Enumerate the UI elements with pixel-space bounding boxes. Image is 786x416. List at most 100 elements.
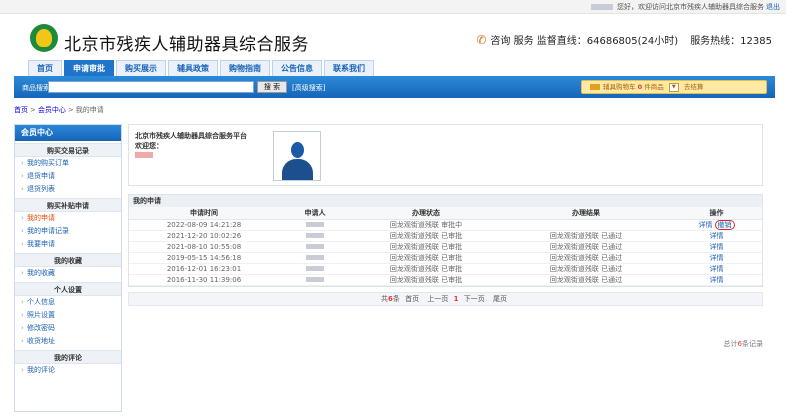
- sidebar-group-title: 个人设置: [15, 282, 121, 296]
- table-row: 2021-08-10 10:55:08 回龙观街道残联 已审批 回龙观街道残联 …: [129, 241, 762, 253]
- breadcrumb-home[interactable]: 首页: [14, 106, 28, 114]
- cancel-link[interactable]: 撤销: [714, 219, 735, 230]
- sidebar-item-photo[interactable]: 照片设置: [15, 309, 121, 322]
- applicant: [279, 274, 351, 286]
- detail-link[interactable]: 详情: [710, 232, 724, 240]
- avatar[interactable]: [273, 131, 321, 181]
- site-logo[interactable]: [30, 24, 58, 52]
- apply-time: 2016-11-30 11:39:06: [129, 274, 279, 286]
- current-page: 1: [453, 294, 459, 303]
- sidebar-group-title: 购买交易记录: [15, 143, 121, 157]
- nav-policy[interactable]: 辅具政策: [168, 60, 218, 76]
- applicant-redacted: [306, 255, 324, 260]
- row-actions: 详情: [671, 252, 762, 264]
- applications-panel: 我的申请 申请时间 申请人 办理状态 办理结果 操作 2022-08-09 14…: [128, 194, 763, 287]
- first-page-link[interactable]: 首页: [405, 295, 419, 303]
- service-hotline: 服务热线：12385: [690, 36, 772, 47]
- last-page-link[interactable]: 尾页: [493, 295, 507, 303]
- main-content: 北京市残疾人辅助器具综合服务平台 欢迎您： 我的申请 申请时间 申请人 办理状态…: [128, 124, 763, 348]
- row-actions: 详情: [671, 263, 762, 275]
- sidebar-item-password[interactable]: 修改密码: [15, 322, 121, 335]
- column-header: 操作: [671, 207, 762, 220]
- apply-time: 2022-08-09 14:21:28: [129, 219, 279, 231]
- nav-shopping-guide[interactable]: 购物指南: [220, 60, 270, 76]
- sidebar-item-return-apply[interactable]: 退货申请: [15, 170, 121, 183]
- apply-result: 回龙观街道残联 已通过: [501, 230, 671, 242]
- sidebar-title: 会员中心: [15, 125, 121, 141]
- table-row: 2022-08-09 14:21:28 回龙观街道残联 审批中 详情 撤销: [129, 219, 762, 231]
- search-input[interactable]: [48, 81, 254, 93]
- sidebar-item-apply[interactable]: 我要申请: [15, 238, 121, 251]
- sidebar-item-favorites[interactable]: 我的收藏: [15, 267, 121, 280]
- apply-status: 回龙观街道残联 已审批: [351, 241, 501, 253]
- shopping-cart[interactable]: 辅具购物车 0 件商品 ▼ 去结算: [581, 80, 767, 94]
- nav-announcements[interactable]: 公告信息: [272, 60, 322, 76]
- applicant-redacted: [306, 233, 324, 238]
- search-bar: 商品搜索: 搜 索 [高级搜索] 辅具购物车 0 件商品 ▼ 去结算: [14, 76, 775, 98]
- checkout-link[interactable]: 去结算: [684, 83, 704, 91]
- logout-link[interactable]: 退出: [766, 3, 780, 11]
- cart-count: 0: [637, 83, 643, 91]
- table-row: 2021-12-20 10:02:26 回龙观街道残联 已审批 回龙观街道残联 …: [129, 230, 762, 242]
- table-header-row: 申请时间 申请人 办理状态 办理结果 操作: [129, 207, 762, 220]
- cart-unit: 件商品: [644, 83, 664, 91]
- apply-status: 回龙观街道残联 已审批: [351, 274, 501, 286]
- sidebar-item-orders[interactable]: 我的购买订单: [15, 157, 121, 170]
- applicant: [279, 230, 351, 242]
- pagination: 共6条 首页 上一页 1 下一页 尾页: [128, 291, 763, 306]
- applications-title: 我的申请: [129, 195, 762, 207]
- chevron-down-icon[interactable]: ▼: [668, 82, 679, 92]
- sidebar-item-profile[interactable]: 个人信息: [15, 296, 121, 309]
- detail-link[interactable]: 详情: [710, 243, 724, 251]
- username-redacted: [135, 152, 153, 158]
- column-header: 办理状态: [351, 207, 501, 220]
- nav-home[interactable]: 首页: [28, 60, 62, 76]
- apply-result: [501, 219, 671, 231]
- column-header: 办理结果: [501, 207, 671, 220]
- detail-link[interactable]: 详情: [710, 254, 724, 262]
- sidebar-item-return-list[interactable]: 退货列表: [15, 183, 121, 196]
- site-title: 北京市残疾人辅助器具综合服务: [64, 35, 309, 55]
- hotline-info: ✆ 咨询 服务 监督直线：64686805(24小时) 服务热线：12385: [476, 32, 772, 47]
- applicant: [279, 219, 351, 231]
- row-actions: 详情: [671, 274, 762, 286]
- applicant-redacted: [306, 244, 324, 249]
- sidebar-item-address[interactable]: 收货地址: [15, 335, 121, 348]
- advanced-search-link[interactable]: [高级搜索]: [292, 83, 325, 93]
- sidebar-item-application-records[interactable]: 我的申请记录: [15, 225, 121, 238]
- user-icon: [291, 142, 304, 158]
- apply-result: 回龙观街道残联 已通过: [501, 241, 671, 253]
- sidebar-item-comments[interactable]: 我的评论: [15, 364, 121, 377]
- breadcrumb-member[interactable]: 会员中心: [38, 106, 66, 114]
- detail-link[interactable]: 详情: [710, 276, 724, 284]
- applicant-redacted: [306, 266, 324, 271]
- apply-result: 回龙观街道残联 已通过: [501, 252, 671, 264]
- nav-contact[interactable]: 联系我们: [324, 60, 374, 76]
- search-button[interactable]: 搜 索: [257, 81, 287, 93]
- welcome-message: 您好，欢迎访问北京市残疾人辅助器具综合服务 退出: [591, 2, 780, 12]
- profile-panel: 北京市残疾人辅助器具综合服务平台 欢迎您：: [128, 124, 763, 186]
- next-page-link[interactable]: 下一页: [464, 295, 485, 303]
- member-sidebar: 会员中心 购买交易记录 我的购买订单 退货申请 退货列表 购买补贴申请 我的申请…: [14, 124, 122, 412]
- site-header: 北京市残疾人辅助器具综合服务 ✆ 咨询 服务 监督直线：64686805(24小时…: [0, 14, 786, 64]
- table-row: 2016-12-01 16:23:01 回龙观街道残联 已审批 回龙观街道残联 …: [129, 263, 762, 275]
- applicant: [279, 263, 351, 275]
- applicant-redacted: [306, 277, 324, 282]
- sidebar-item-my-applications[interactable]: 我的申请: [15, 212, 121, 225]
- apply-status: 回龙观街道残联 已审批: [351, 230, 501, 242]
- apply-result: 回龙观街道残联 已通过: [501, 274, 671, 286]
- nav-purchase-display[interactable]: 购买展示: [116, 60, 166, 76]
- detail-link[interactable]: 详情: [699, 221, 713, 229]
- platform-name: 北京市残疾人辅助器具综合服务平台: [135, 132, 247, 140]
- nav-application[interactable]: 申请审批: [64, 60, 114, 76]
- apply-status: 回龙观街道残联 审批中: [351, 219, 501, 231]
- applicant-redacted: [306, 222, 324, 227]
- detail-link[interactable]: 详情: [710, 265, 724, 273]
- apply-time: 2021-08-10 10:55:08: [129, 241, 279, 253]
- apply-time: 2021-12-20 10:02:26: [129, 230, 279, 242]
- pager-prefix: 共: [381, 294, 389, 303]
- prev-page-link[interactable]: 上一页: [427, 295, 448, 303]
- row-actions: 详情 撤销: [671, 219, 762, 231]
- row-actions: 详情: [671, 230, 762, 242]
- breadcrumb-current: 我的申请: [75, 106, 104, 114]
